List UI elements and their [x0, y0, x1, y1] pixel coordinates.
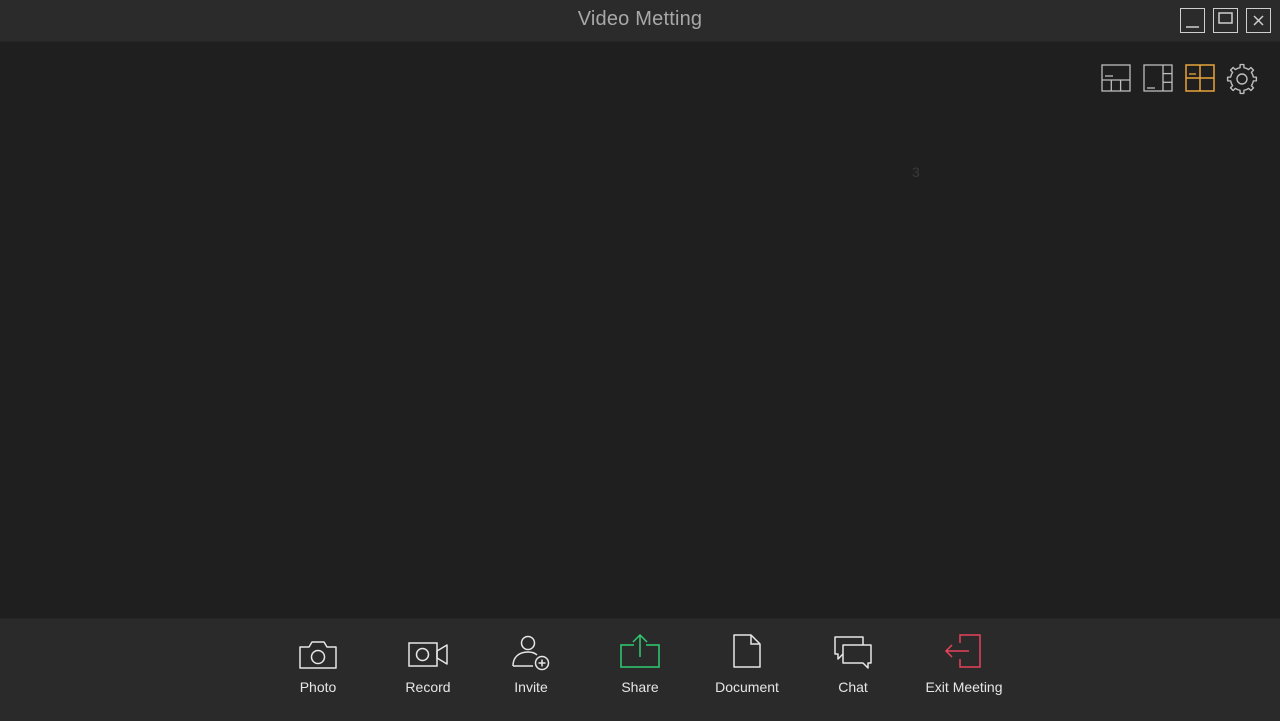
title-bar: Video Metting	[0, 0, 1280, 42]
layout-grid-icon	[1185, 64, 1215, 92]
layout-grid-button[interactable]	[1185, 64, 1215, 94]
minimize-button[interactable]	[1180, 8, 1205, 33]
share-button[interactable]: Share	[590, 633, 690, 713]
share-icon	[620, 633, 660, 677]
exit-icon	[944, 633, 984, 677]
layout-bottom-strip-icon	[1101, 64, 1131, 92]
gear-icon	[1226, 63, 1258, 95]
layout-bottom-strip-button[interactable]	[1101, 64, 1131, 94]
minimize-icon	[1180, 8, 1205, 33]
video-stage: 3	[0, 42, 1280, 618]
maximize-icon	[1213, 8, 1238, 33]
close-icon	[1246, 8, 1271, 33]
document-icon	[727, 633, 767, 677]
camera-icon	[298, 633, 338, 677]
participant-count-overlay: 3	[912, 164, 920, 180]
chat-icon	[833, 633, 873, 677]
window-title: Video Metting	[577, 8, 703, 30]
invite-button[interactable]: Invite	[481, 633, 581, 713]
chat-button[interactable]: Chat	[803, 633, 903, 713]
add-user-icon	[511, 633, 551, 677]
close-button[interactable]	[1246, 8, 1271, 33]
photo-button[interactable]: Photo	[268, 633, 368, 713]
maximize-button[interactable]	[1213, 8, 1238, 33]
record-button[interactable]: Record	[378, 633, 478, 713]
exit-meeting-button[interactable]: Exit Meeting	[914, 633, 1014, 713]
settings-button[interactable]	[1226, 63, 1258, 95]
bottom-toolbar: Photo Record Invite Share Document Chat …	[0, 618, 1280, 721]
layout-side-strip-icon	[1143, 64, 1173, 92]
video-camera-icon	[408, 633, 448, 677]
exit-meeting-label: Exit Meeting	[925, 679, 1003, 695]
layout-side-strip-button[interactable]	[1143, 64, 1173, 94]
document-button[interactable]: Document	[697, 633, 797, 713]
